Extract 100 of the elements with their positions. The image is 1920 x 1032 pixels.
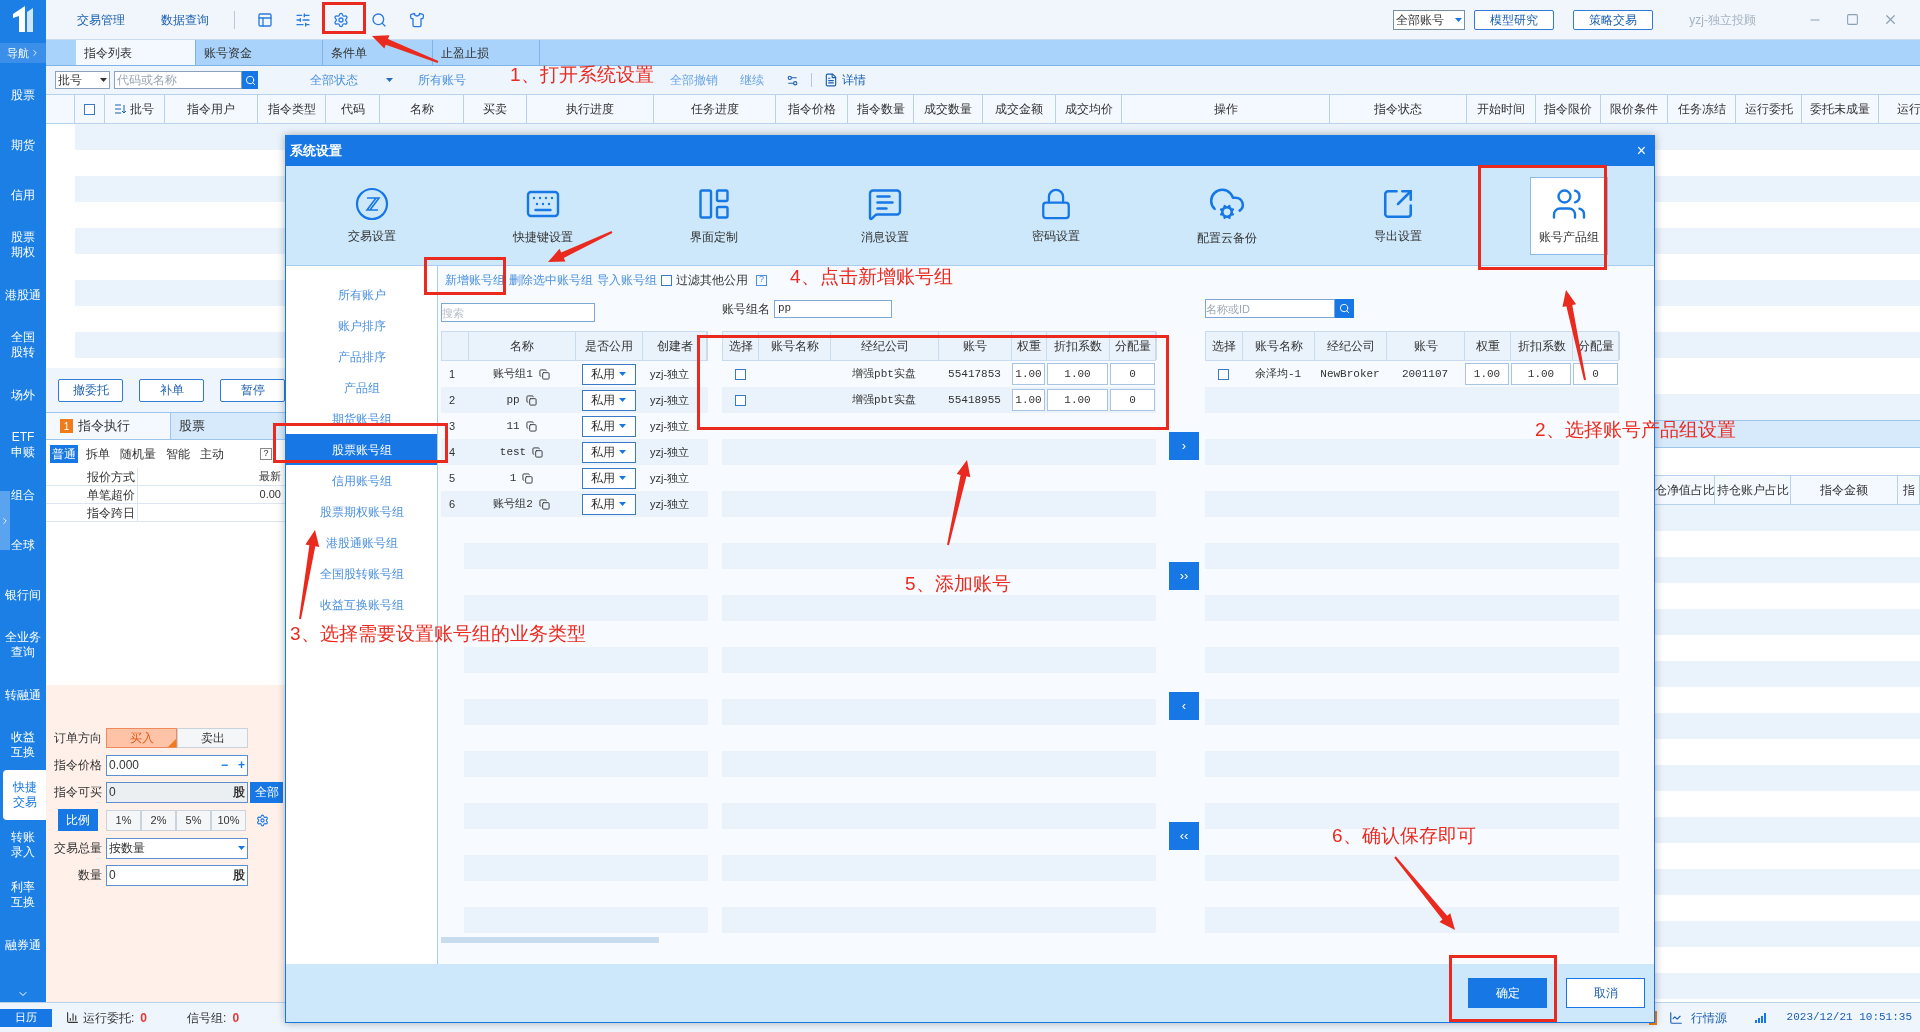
column-header[interactable]: 账号 [939, 332, 1012, 360]
details-link[interactable]: 详情 [842, 71, 866, 89]
calendar-button[interactable]: 日历 [0, 1008, 52, 1027]
quote-source-link[interactable]: 行情源 [1690, 1008, 1727, 1027]
table-row[interactable]: 4 test 私用 yzj-独立 [441, 439, 708, 465]
search-icon[interactable] [371, 11, 387, 28]
nav-item[interactable]: 收益互换账号组 [286, 589, 437, 620]
checkbox[interactable] [661, 274, 672, 286]
number-field[interactable]: 1.00 [1012, 389, 1045, 411]
sidebar-item[interactable]: 信用 [11, 187, 35, 203]
sidebar-item[interactable]: ETF 申赎 [11, 430, 35, 460]
checkbox[interactable] [84, 103, 95, 115]
table-row[interactable]: 3 11 私用 yzj-独立 [441, 413, 708, 439]
column-header[interactable]: 开始时间 [1467, 95, 1536, 123]
column-header[interactable]: 指令金额 [1820, 481, 1868, 499]
group-name[interactable]: test [499, 443, 527, 461]
nav-item[interactable]: 所有账户 [286, 279, 437, 310]
settings-tab[interactable]: 账号产品组 [1529, 176, 1608, 255]
mode-tab[interactable]: 随机量 [118, 445, 158, 463]
table-row[interactable]: 5 1 私用 yzj-独立 [441, 465, 708, 491]
number-field[interactable]: 1.00 [1012, 363, 1045, 385]
checkbox[interactable] [1218, 368, 1229, 380]
group-name-field[interactable]: pp [774, 299, 892, 318]
sidebar-item[interactable]: 快捷 交易 [3, 770, 46, 820]
column-header[interactable]: 指 [1902, 481, 1915, 499]
nav-item[interactable]: 全国股转账号组 [286, 558, 437, 589]
column-header[interactable]: 成交金额 [983, 95, 1056, 123]
column-header[interactable]: 账号 [1387, 332, 1465, 360]
toolbar-button[interactable]: 策略交易 [1573, 9, 1654, 30]
table-icon[interactable] [257, 11, 273, 28]
help-button[interactable]: ? [260, 448, 272, 460]
column-header[interactable]: 持仓账户占比 [1716, 481, 1789, 499]
column-header[interactable]: 指令类型 [258, 95, 326, 123]
share-select[interactable]: 私用 [581, 363, 636, 385]
column-header[interactable]: 选择 [723, 332, 759, 360]
settings-tab[interactable]: 消息设置 [845, 176, 924, 255]
settings-tab[interactable]: 界面定制 [674, 176, 753, 255]
group-name[interactable]: 1 [509, 469, 517, 487]
action-button[interactable]: 补单 [139, 378, 204, 402]
column-header[interactable]: 指令限价 [1536, 95, 1601, 123]
copy-icon[interactable] [525, 420, 537, 432]
sidebar-item[interactable]: 组合 [11, 487, 35, 503]
column-header[interactable]: 任务进度 [654, 95, 776, 123]
column-header[interactable]: 任务冻结 [1668, 95, 1736, 123]
direction-toggle[interactable]: 卖出 [177, 728, 248, 748]
copy-icon[interactable] [538, 498, 550, 510]
column-header[interactable]: 操作 [1122, 95, 1330, 123]
mode-tab[interactable]: 主动 [198, 445, 226, 463]
column-header[interactable]: 执行进度 [527, 95, 654, 123]
column-header[interactable]: 经纪公司 [1315, 332, 1387, 360]
settings-tab[interactable]: 导出设置 [1358, 176, 1437, 255]
sidebar-item[interactable]: 银行间 [5, 587, 41, 603]
ratio-option[interactable]: 1% [106, 809, 141, 831]
copy-icon[interactable] [525, 394, 537, 406]
nav-item[interactable]: 产品排序 [286, 341, 437, 372]
close-icon[interactable] [1883, 12, 1898, 27]
mode-tab[interactable]: 普通 [50, 445, 78, 463]
settings-icon[interactable] [256, 813, 269, 827]
move-button[interactable]: › [1169, 432, 1199, 460]
column-header[interactable]: 成交数量 [914, 95, 983, 123]
column-header[interactable]: 名称 [469, 332, 576, 360]
sidebar-item[interactable]: 全国 股转 [11, 330, 35, 360]
column-header[interactable]: 运行委托 [1736, 95, 1802, 123]
column-header[interactable]: 创建者 [643, 332, 707, 360]
tab[interactable]: 指令列表 [76, 40, 196, 65]
column-header[interactable]: 选择 [1206, 332, 1243, 360]
share-select[interactable]: 私用 [581, 415, 636, 437]
column-header[interactable]: 代码 [326, 95, 380, 123]
column-header[interactable]: 分配量 [1110, 332, 1157, 360]
sidebar-item[interactable]: 场外 [11, 387, 35, 403]
number-field[interactable]: 0 [1573, 363, 1618, 385]
cancel-button[interactable]: 取消 [1566, 978, 1645, 1008]
move-button[interactable]: ›› [1169, 562, 1199, 590]
ratio-option[interactable]: 10% [211, 809, 246, 831]
account-select[interactable]: 全部账号 [1393, 9, 1466, 30]
mode-tab[interactable]: 拆单 [84, 445, 112, 463]
nav-item[interactable]: 股票期权账号组 [286, 496, 437, 527]
column-header[interactable]: 账号名称 [1243, 332, 1315, 360]
share-select[interactable]: 私用 [581, 493, 636, 515]
menu-item[interactable]: 数据查询 [161, 10, 209, 29]
batch-select[interactable]: 批号 [55, 71, 110, 89]
table-row[interactable]: 增强pbt实盘 55417853 1.00 1.00 0 [722, 361, 1156, 387]
number-field[interactable]: 0 [1110, 363, 1155, 385]
number-field[interactable]: 0 [1110, 389, 1155, 411]
number-field[interactable]: 1.00 [1465, 363, 1509, 385]
sidebar-item[interactable]: 利率 互换 [11, 880, 35, 910]
toolbar-button[interactable]: 模型研究 [1474, 9, 1555, 30]
nav-item[interactable]: 账户排序 [286, 310, 437, 341]
column-header[interactable]: 账号名称 [759, 332, 831, 360]
group-name[interactable]: 11 [506, 417, 520, 435]
ratio-option[interactable]: 5% [176, 809, 211, 831]
settings-tab[interactable]: 密码设置 [1016, 176, 1095, 255]
details-icon[interactable] [824, 73, 838, 87]
table-row[interactable]: 增强pbt实盘 55418955 1.00 1.00 0 [722, 387, 1156, 413]
settings-tab[interactable]: 交易设置 [332, 176, 411, 255]
search-field[interactable]: 名称或ID [1205, 299, 1335, 318]
column-header[interactable]: 批号 [105, 95, 165, 123]
quantity-field[interactable]: 0 股 [106, 864, 248, 886]
sidebar-item[interactable]: 转融通 [5, 687, 41, 703]
nav-item[interactable]: 港股通账号组 [286, 527, 437, 558]
